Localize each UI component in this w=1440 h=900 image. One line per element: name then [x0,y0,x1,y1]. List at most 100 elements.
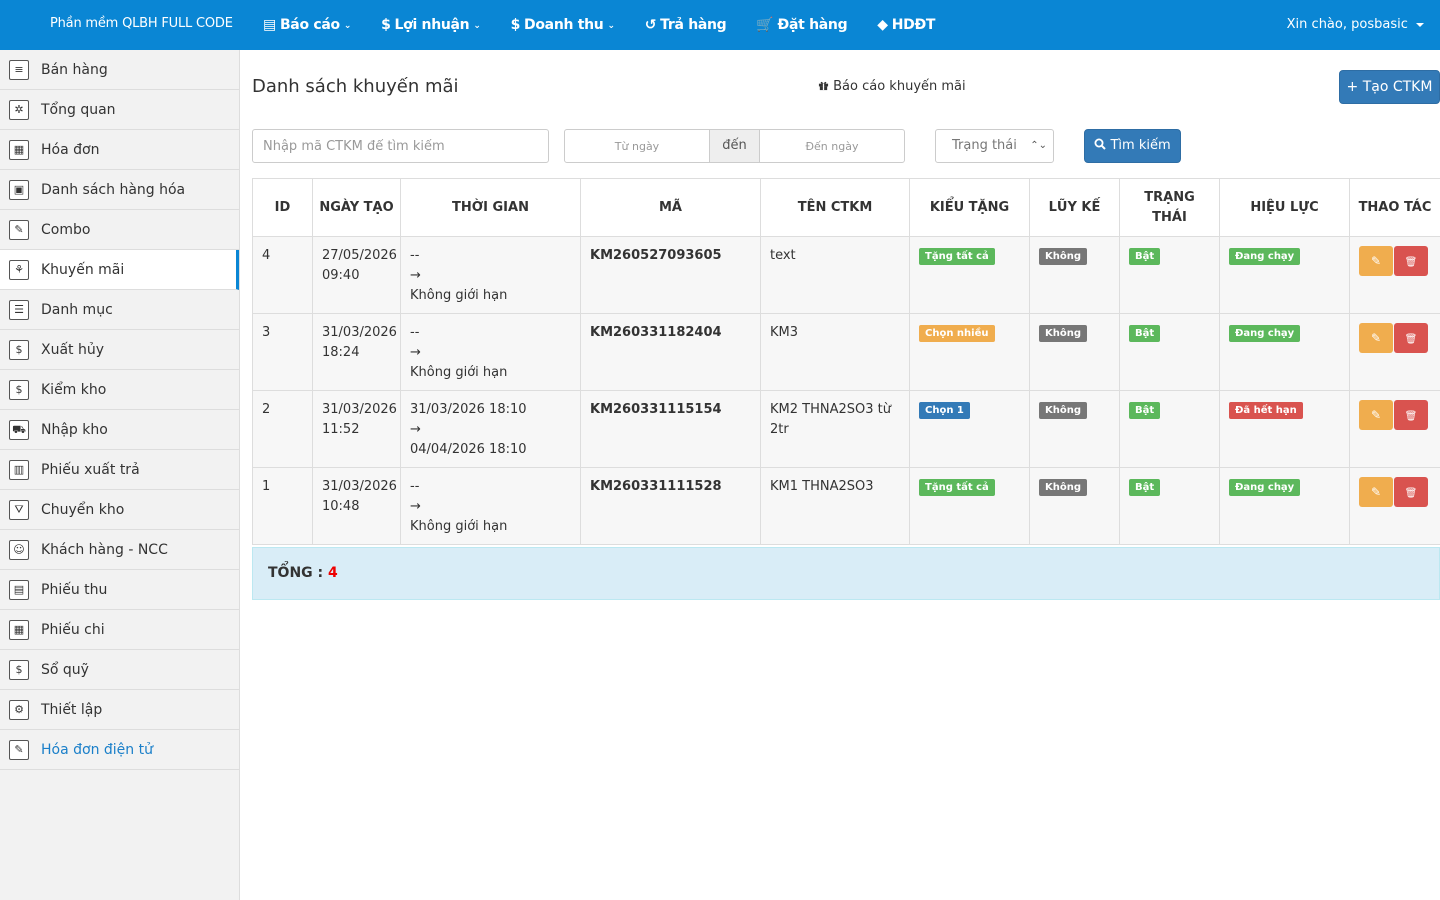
create-promotion-button[interactable]: + Tạo CTKM [1339,70,1440,104]
sidebar-item-16[interactable]: ⚙ Thiết lập [0,690,239,730]
cell-id: 4 [252,236,313,314]
gear-icon: ⚙ [8,699,30,721]
status-badge: Bật [1129,402,1161,419]
cell-time-range: -- → Không giới hạn [400,236,581,314]
sidebar-item-4[interactable]: ✎ Combo [0,210,239,250]
edit-button[interactable]: ✎ [1359,246,1393,276]
cell-promo-name: text [760,236,910,314]
nav-label: Đặt hàng [777,17,848,33]
column-header: MÃ [580,178,761,237]
sidebar-item-10[interactable]: ▥ Phiếu xuất trả [0,450,239,490]
validity-badge: Đang chạy [1229,248,1301,265]
column-header: ID [252,178,313,237]
nav-lợi-nhuận[interactable]: $ Lợi nhuận ⌄ [381,0,481,50]
delete-button[interactable]: 🗑 [1394,400,1428,430]
cumulative-badge: Không [1039,325,1088,342]
trash-icon: 🗑 [1404,411,1418,422]
cell-actions: ✎ 🗑 [1349,390,1440,468]
sidebar-item-8[interactable]: $ Kiểm kho [0,370,239,410]
trash-icon: 🗑 [1404,334,1418,345]
status-select[interactable]: Trạng thái ⌃⌄ [935,129,1054,163]
nav-trả-hàng[interactable]: ↺ Trả hàng [645,0,727,50]
sidebar-item-3[interactable]: ▣ Danh sách hàng hóa [0,170,239,210]
main-nav: ▤ Báo cáo ⌄ $ Lợi nhuận ⌄ $ Doanh thu ⌄ ↺ Trả hàng… [263,0,965,50]
nav-label: Trả hàng [660,17,727,33]
from-date-input[interactable] [564,129,710,163]
nav-báo-cáo[interactable]: ▤ Báo cáo ⌄ [263,0,351,50]
sidebar-item-label: Phiếu xuất trả [41,461,140,478]
nav-label: Doanh thu [524,17,604,33]
sidebar-item-5[interactable]: ⚘ Khuyến mãi [0,250,239,290]
promotion-report-label: Báo cáo khuyến mãi [833,79,966,94]
cell-promo-code: KM260331182404 [580,313,761,391]
sidebar-item-11[interactable]: ⛛ Chuyển kho [0,490,239,530]
search-button[interactable]: Tìm kiếm [1084,129,1181,163]
cell-time-range: 31/03/2026 18:10 → 04/04/2026 18:10 [400,390,581,468]
pos-icon: ≡ [8,59,30,81]
sidebar-item-7[interactable]: $ Xuất hủy [0,330,239,370]
delete-button[interactable]: 🗑 [1394,323,1428,353]
undo-icon: ↺ [644,17,657,33]
top-navbar: Phần mềm QLBH FULL CODE ▤ Báo cáo ⌄ $ Lợi nh… [0,0,1440,50]
cell-gift-type: Chọn 1 [909,390,1030,468]
nav-hdđt[interactable]: ◆ HDĐT [877,0,935,50]
sidebar-item-9[interactable]: ⛟ Nhập kho [0,410,239,450]
user-menu[interactable]: Xin chào, posbasic [1287,0,1424,50]
cell-created: 31/03/2026 11:52 [312,390,401,468]
column-header: TÊN CTKM [760,178,910,237]
cart-icon: ⛟ [8,419,30,441]
sidebar-item-13[interactable]: ▤ Phiếu thu [0,570,239,610]
cell-cumulative: Không [1029,236,1120,314]
promotion-report-link[interactable]: Báo cáo khuyến mãi [818,79,966,94]
sidebar-item-0[interactable]: ≡ Bán hàng [0,50,239,90]
sidebar-item-label: Sổ quỹ [41,661,89,678]
sidebar-item-1[interactable]: ✲ Tổng quan [0,90,239,130]
cell-id: 1 [252,467,313,545]
to-date-input[interactable] [759,129,905,163]
cell-status: Bật [1119,313,1220,391]
sidebar-item-label: Combo [41,221,91,238]
export-cancel-icon: $ [8,339,30,361]
pencil-icon: ✎ [1370,485,1382,499]
nav-label: Báo cáo [279,17,340,33]
nav-đặt-hàng[interactable]: 🛒 Đặt hàng [756,0,847,50]
cell-time-range: -- → Không giới hạn [400,313,581,391]
delete-button[interactable]: 🗑 [1394,246,1428,276]
edit-button[interactable]: ✎ [1359,400,1393,430]
people-icon: ☺ [8,539,30,561]
edit-button[interactable]: ✎ [1359,323,1393,353]
table-row: 1 31/03/2026 10:48 -- → Không giới hạn KM26033… [252,467,1440,545]
pencil-icon: ✎ [1370,331,1382,345]
cell-status: Bật [1119,467,1220,545]
validity-badge: Đã hết hạn [1229,402,1303,419]
validity-badge: Đang chạy [1229,325,1301,342]
sidebar-item-6[interactable]: ☰ Danh mục [0,290,239,330]
sidebar-item-12[interactable]: ☺ Khách hàng - NCC [0,530,239,570]
stock-check-icon: $ [8,379,30,401]
delete-button[interactable]: 🗑 [1394,477,1428,507]
receipt-icon: ▤ [8,579,30,601]
sidebar-item-2[interactable]: ▦ Hóa đơn [0,130,239,170]
search-button-label: Tìm kiếm [1110,138,1171,153]
brand-name[interactable]: Phần mềm QLBH FULL CODE [50,0,233,50]
status-badge: Bật [1129,479,1161,496]
gift-type-badge: Chọn nhiều [919,325,995,342]
edit-button[interactable]: ✎ [1359,477,1393,507]
sidebar-item-17[interactable]: ✎ Hóa đơn điện tử [0,730,239,770]
promotion-code-search-input[interactable] [252,129,549,163]
cell-actions: ✎ 🗑 [1349,236,1440,314]
e-invoice-icon: ✎ [8,739,30,761]
status-badge: Bật [1129,248,1161,265]
main-content: Danh sách khuyến mãi Báo cáo khuyến mãi … [240,50,1440,900]
select-arrows-icon: ⌃⌄ [1030,140,1047,151]
nav-doanh-thu[interactable]: $ Doanh thu ⌄ [511,0,615,50]
date-range-separator: đến [710,129,759,163]
sidebar-item-15[interactable]: $ Sổ quỹ [0,650,239,690]
list-icon: ☰ [8,299,30,321]
cell-actions: ✎ 🗑 [1349,467,1440,545]
total-bar: TỔNG : 4 [252,547,1440,600]
sidebar-item-14[interactable]: ▦ Phiếu chi [0,610,239,650]
table-row: 4 27/05/2026 09:40 -- → Không giới hạn KM26052… [252,236,1440,314]
combo-icon: ✎ [8,219,30,241]
column-header: THỜI GIAN [400,178,581,237]
